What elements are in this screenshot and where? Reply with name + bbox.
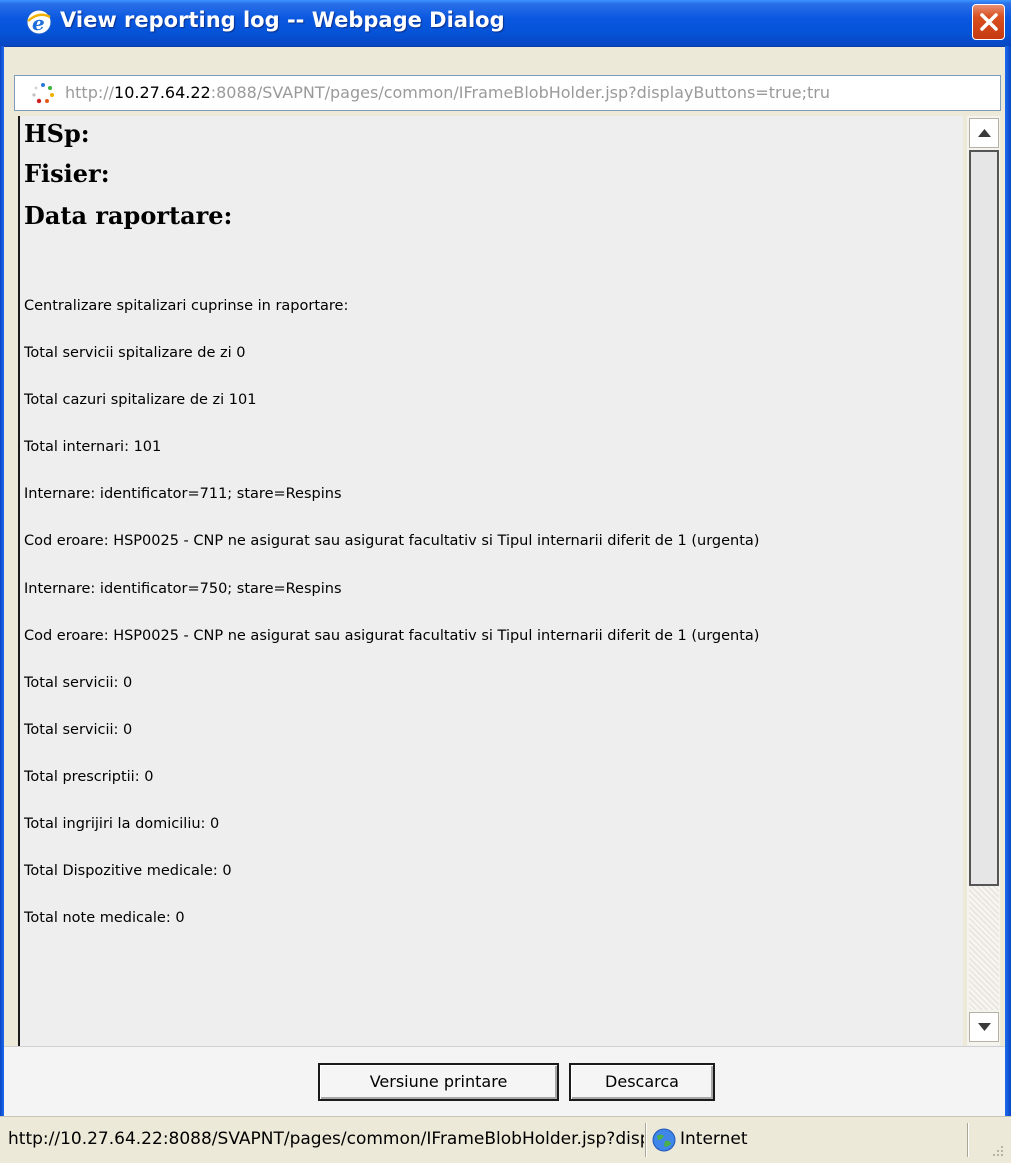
report-content: HSp: Fisier: Data raportare: Centralizar… [18,116,963,1046]
address-host: 10.27.64.22 [114,83,211,102]
print-version-button[interactable]: Versiune printare [318,1063,559,1101]
report-line: Total internari: 101 [24,439,162,455]
report-line: Total servicii spitalizare de zi 0 [24,345,246,361]
report-line: Centralizare spitalizari cuprinse in rap… [24,298,349,314]
status-divider [967,1123,968,1157]
address-bar: http://10.27.64.22:8088/SVAPNT/pages/com… [14,75,1001,111]
report-line: Total prescriptii: 0 [24,769,154,785]
status-divider [645,1123,646,1157]
report-line: Total servicii: 0 [24,722,133,738]
security-zone-label: Internet [680,1129,748,1149]
loading-icon [32,83,54,104]
report-line: Total note medicale: 0 [24,910,185,926]
report-line: Internare: identificator=750; stare=Resp… [24,581,342,597]
arrow-down-icon [978,1023,991,1031]
address-url: http://10.27.64.22:8088/SVAPNT/pages/com… [65,83,830,102]
status-url: http://10.27.64.22:8088/SVAPNT/pages/com… [8,1129,644,1149]
report-date-header: Data raportare: [24,201,233,230]
window-frame-right [1005,46,1011,1116]
download-button[interactable]: Descarca [569,1063,715,1101]
hsp-header: HSp: [24,119,90,148]
report-line: Total ingrijiri la domiciliu: 0 [24,816,220,832]
vertical-scrollbar[interactable] [967,116,1000,1046]
download-label: Descarca [605,1072,679,1091]
print-version-label: Versiune printare [369,1072,508,1091]
error-line: Cod eroare: HSP0025 - CNP ne asigurat sa… [24,533,760,549]
ie-icon: e [26,9,52,35]
dialog-button-bar: Versiune printare Descarca [4,1046,1005,1117]
title-bar: e View reporting log -- Webpage Dialog [0,0,1011,47]
dialog-title: View reporting log -- Webpage Dialog [60,8,505,32]
resize-grip-icon[interactable] [990,1143,1004,1157]
close-icon [980,13,998,31]
scroll-down-button[interactable] [969,1012,999,1042]
scroll-thumb[interactable] [969,150,999,886]
scroll-track[interactable] [969,886,999,1010]
report-line: Total servicii: 0 [24,675,133,691]
report-line: Internare: identificator=711; stare=Resp… [24,486,342,502]
file-header: Fisier: [24,159,110,188]
close-button[interactable] [972,4,1005,40]
window-frame-left [0,46,4,1116]
address-path: :8088/SVAPNT/pages/common/IFrameBlobHold… [210,83,830,102]
report-line: Total Dispozitive medicale: 0 [24,863,232,879]
address-scheme: http:// [65,83,115,102]
error-line: Cod eroare: HSP0025 - CNP ne asigurat sa… [24,628,760,644]
globe-icon [652,1128,676,1152]
report-line: Total cazuri spitalizare de zi 101 [24,392,257,408]
arrow-up-icon [978,129,991,137]
status-bar: http://10.27.64.22:8088/SVAPNT/pages/com… [0,1116,1011,1163]
scroll-up-button[interactable] [969,118,999,148]
